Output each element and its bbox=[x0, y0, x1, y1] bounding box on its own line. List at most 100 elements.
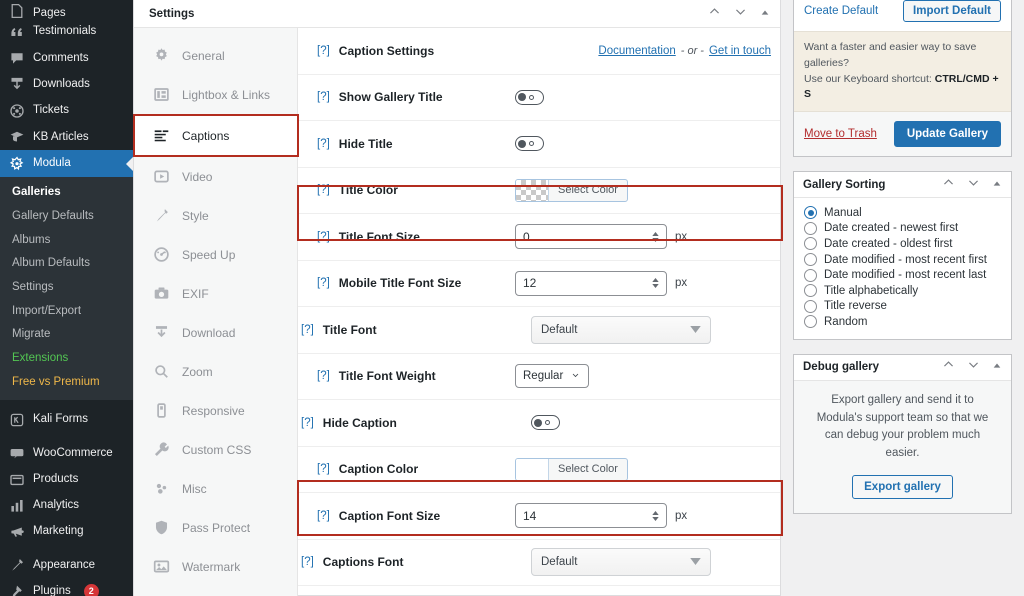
update-gallery-button[interactable]: Update Gallery bbox=[893, 121, 1001, 147]
hide-title-toggle[interactable] bbox=[515, 136, 544, 152]
show-gallery-title-toggle[interactable] bbox=[515, 89, 544, 105]
title-font-select[interactable]: Default bbox=[531, 315, 711, 344]
export-gallery-button[interactable]: Export gallery bbox=[852, 475, 953, 499]
move-up-icon[interactable] bbox=[942, 176, 955, 194]
help-icon[interactable]: [?] bbox=[301, 556, 314, 568]
modula-icon bbox=[9, 156, 25, 172]
import-default-button[interactable]: Import Default bbox=[903, 0, 1001, 22]
submenu-item-settings[interactable]: Settings bbox=[0, 275, 133, 299]
number-stepper[interactable] bbox=[652, 510, 659, 521]
sorting-option-6[interactable]: Title reverse bbox=[804, 299, 1001, 315]
sidebar-item-analytics[interactable]: Analytics bbox=[0, 493, 133, 519]
sidebar-item-downloads[interactable]: Downloads bbox=[0, 72, 133, 98]
mobile-title-font-size-input[interactable]: 12 bbox=[515, 270, 667, 296]
move-up-icon[interactable] bbox=[708, 5, 721, 23]
title-color-picker[interactable]: Select Color bbox=[515, 178, 628, 202]
caption-color-picker[interactable]: Select Color bbox=[515, 457, 628, 481]
radio-button[interactable] bbox=[804, 253, 817, 267]
tab-zoom[interactable]: Zoom bbox=[134, 352, 297, 391]
submenu-item-extensions[interactable]: Extensions bbox=[0, 346, 133, 370]
tab-general[interactable]: General bbox=[134, 36, 297, 75]
sidebar-item-plugins[interactable]: Plugins 2 bbox=[0, 579, 133, 596]
help-icon[interactable]: [?] bbox=[301, 417, 314, 429]
radio-button[interactable] bbox=[804, 284, 817, 298]
move-up-icon[interactable] bbox=[942, 358, 955, 376]
tab-speed-up[interactable]: Speed Up bbox=[134, 235, 297, 274]
number-stepper[interactable] bbox=[652, 231, 659, 242]
sidebar-item-comments[interactable]: Comments bbox=[0, 45, 133, 71]
setting-control: 14 px bbox=[515, 503, 687, 529]
move-down-icon[interactable] bbox=[967, 358, 980, 376]
sidebar-item-kali-forms[interactable]: Kali Forms bbox=[0, 407, 133, 433]
sorting-option-2[interactable]: Date created - oldest first bbox=[804, 236, 1001, 252]
sorting-option-5[interactable]: Title alphabetically bbox=[804, 283, 1001, 299]
documentation-link[interactable]: Documentation bbox=[598, 45, 675, 57]
submenu-item-albums[interactable]: Albums bbox=[0, 228, 133, 252]
tab-video[interactable]: Video bbox=[134, 157, 297, 196]
sidebar-item-appearance[interactable]: Appearance bbox=[0, 552, 133, 578]
move-down-icon[interactable] bbox=[967, 176, 980, 194]
submenu-item-album-defaults[interactable]: Album Defaults bbox=[0, 252, 133, 276]
tab-custom-css[interactable]: Custom CSS bbox=[134, 430, 297, 469]
sorting-option-1[interactable]: Date created - newest first bbox=[804, 221, 1001, 237]
create-default-link[interactable]: Create Default bbox=[804, 5, 878, 17]
tab-download[interactable]: Download bbox=[134, 313, 297, 352]
help-icon[interactable]: [?] bbox=[317, 184, 330, 196]
toggle-panel-icon[interactable] bbox=[992, 176, 1002, 194]
captions-font-select[interactable]: Default bbox=[531, 548, 711, 577]
radio-button[interactable] bbox=[804, 206, 817, 220]
submenu-item-free-vs-premium[interactable]: Free vs Premium bbox=[0, 370, 133, 394]
comments-icon bbox=[9, 50, 25, 66]
sorting-option-3[interactable]: Date modified - most recent first bbox=[804, 252, 1001, 268]
section-title: Caption Settings bbox=[338, 43, 435, 58]
help-icon[interactable]: [?] bbox=[301, 324, 314, 336]
help-icon[interactable]: [?] bbox=[317, 91, 330, 103]
help-icon[interactable]: [?] bbox=[317, 231, 330, 243]
help-icon[interactable]: [?] bbox=[317, 45, 330, 57]
sidebar-item-modula[interactable]: Modula bbox=[0, 150, 133, 177]
sidebar-item-tickets[interactable]: Tickets bbox=[0, 98, 133, 124]
toggle-panel-icon[interactable] bbox=[760, 5, 770, 23]
sorting-option-7[interactable]: Random bbox=[804, 314, 1001, 330]
radio-button[interactable] bbox=[804, 299, 817, 313]
sidebar-item-products[interactable]: Products bbox=[0, 466, 133, 492]
help-icon[interactable]: [?] bbox=[317, 277, 330, 289]
tab-watermark[interactable]: Watermark bbox=[134, 547, 297, 586]
tab-style[interactable]: Style bbox=[134, 196, 297, 235]
radio-button[interactable] bbox=[804, 268, 817, 282]
sidebar-item-kb-articles[interactable]: KB Articles bbox=[0, 124, 133, 150]
title-font-size-input[interactable]: 0 bbox=[515, 224, 667, 250]
tab-lightbox-links[interactable]: Lightbox & Links bbox=[134, 75, 297, 114]
help-icon[interactable]: [?] bbox=[317, 138, 330, 150]
sidebar-item-testimonials[interactable]: Testimonials bbox=[0, 19, 133, 45]
toggle-panel-icon[interactable] bbox=[992, 358, 1002, 376]
radio-button[interactable] bbox=[804, 315, 817, 329]
tab-misc[interactable]: Misc bbox=[134, 469, 297, 508]
tab-pass-protect[interactable]: Pass Protect bbox=[134, 508, 297, 547]
sorting-option-0[interactable]: Manual bbox=[804, 205, 1001, 221]
submenu-item-galleries[interactable]: Galleries bbox=[0, 181, 133, 205]
hide-caption-toggle[interactable] bbox=[531, 415, 560, 431]
sorting-option-4[interactable]: Date modified - most recent last bbox=[804, 267, 1001, 283]
kb-articles-icon bbox=[9, 129, 25, 145]
get-in-touch-link[interactable]: Get in touch bbox=[709, 45, 771, 57]
caption-font-size-input[interactable]: 14 bbox=[515, 503, 667, 529]
help-icon[interactable]: [?] bbox=[317, 510, 330, 522]
submenu-item-migrate[interactable]: Migrate bbox=[0, 323, 133, 347]
submenu-item-import-export[interactable]: Import/Export bbox=[0, 299, 133, 323]
sidebar-item-woocommerce[interactable]: WooCommerce bbox=[0, 440, 133, 466]
move-down-icon[interactable] bbox=[734, 5, 747, 23]
sidebar-item-pages[interactable]: Pages bbox=[0, 0, 133, 19]
radio-button[interactable] bbox=[804, 237, 817, 251]
tab-responsive[interactable]: Responsive bbox=[134, 391, 297, 430]
number-stepper[interactable] bbox=[652, 278, 659, 289]
sidebar-item-marketing[interactable]: Marketing bbox=[0, 519, 133, 545]
help-icon[interactable]: [?] bbox=[317, 370, 330, 382]
move-to-trash-link[interactable]: Move to Trash bbox=[804, 128, 877, 140]
radio-button[interactable] bbox=[804, 221, 817, 235]
submenu-item-gallery-defaults[interactable]: Gallery Defaults bbox=[0, 204, 133, 228]
help-icon[interactable]: [?] bbox=[317, 463, 330, 475]
title-font-weight-select[interactable]: Regular bbox=[515, 364, 590, 389]
tab-captions[interactable]: Captions bbox=[133, 114, 299, 157]
tab-exif[interactable]: EXIF bbox=[134, 274, 297, 313]
